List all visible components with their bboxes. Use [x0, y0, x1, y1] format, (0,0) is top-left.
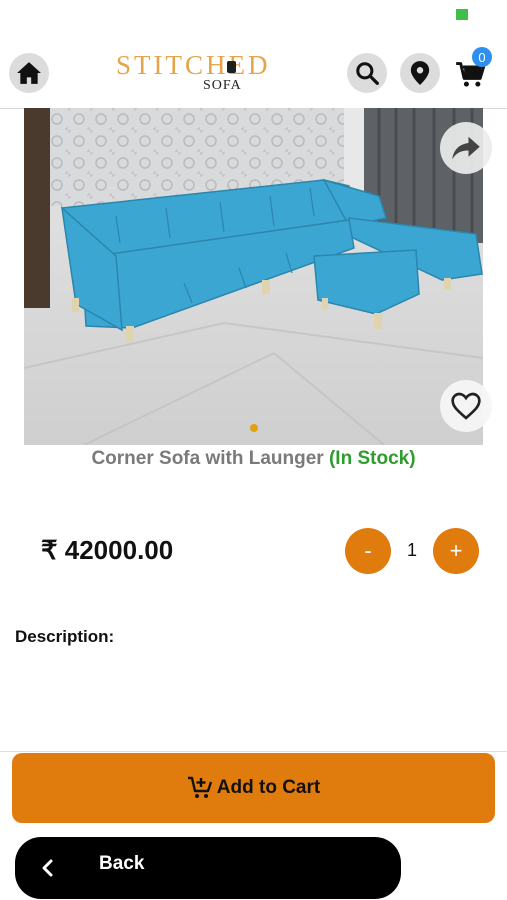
battery-icon: [456, 9, 468, 20]
add-to-cart-button[interactable]: Add to Cart: [12, 753, 495, 823]
brand-subtitle: SOFA: [203, 78, 242, 93]
product-price: ₹ 42000.00: [41, 535, 174, 565]
search-icon: [356, 62, 379, 85]
chevron-left-icon: [42, 859, 53, 877]
stock-status: (In Stock): [328, 448, 416, 469]
carousel-indicator[interactable]: [250, 424, 258, 432]
description-label: Description:: [15, 627, 115, 646]
back-button[interactable]: Back: [15, 837, 401, 899]
footer-divider: [0, 751, 507, 752]
search-button[interactable]: [347, 53, 387, 93]
status-bar: [0, 0, 507, 28]
share-icon: [452, 136, 480, 160]
app-header: STITCHED SOFA 0: [0, 28, 507, 109]
product-title: Corner Sofa with Launger (In Stock): [0, 448, 507, 470]
cart-count-badge: 0: [472, 47, 492, 67]
increase-quantity-button[interactable]: +: [433, 528, 479, 574]
decrease-quantity-button[interactable]: -: [345, 528, 391, 574]
back-label: Back: [99, 853, 145, 874]
home-button[interactable]: [9, 53, 49, 93]
heart-icon: [451, 392, 481, 420]
favorite-button[interactable]: [440, 380, 492, 432]
add-cart-icon: [187, 776, 212, 798]
quantity-value: 1: [406, 540, 417, 560]
share-button[interactable]: [440, 122, 492, 174]
brand-logo: STITCHED SOFA: [116, 50, 268, 102]
logo-accent: [227, 61, 236, 73]
location-pin-icon: [410, 61, 430, 85]
add-to-cart-label: Add to Cart: [216, 777, 321, 798]
location-button[interactable]: [400, 53, 440, 93]
brand-name: STITCHED: [116, 50, 271, 80]
product-name: Corner Sofa with Launger: [91, 448, 324, 469]
product-image[interactable]: [24, 108, 483, 445]
home-icon: [17, 62, 41, 84]
